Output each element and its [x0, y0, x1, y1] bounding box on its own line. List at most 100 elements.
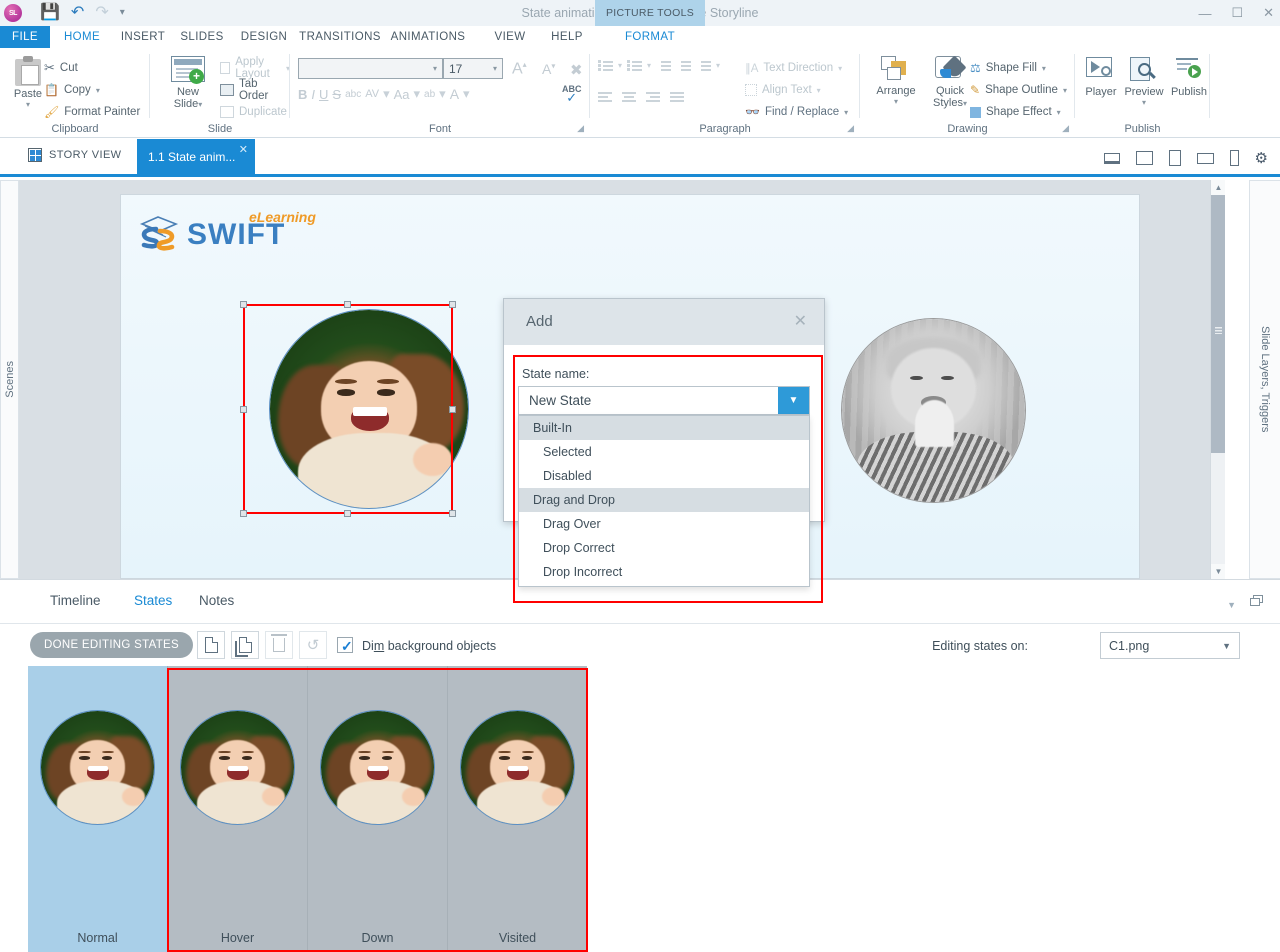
resize-handle-nw[interactable]	[240, 301, 247, 308]
decrease-indent-icon[interactable]	[656, 59, 671, 71]
arrange-button[interactable]: Arrange ▾	[868, 56, 924, 106]
publish-button[interactable]: Publish	[1167, 56, 1211, 98]
laptop-icon[interactable]	[1104, 153, 1120, 164]
bold-button[interactable]: B	[298, 87, 307, 102]
numbering-icon[interactable]	[627, 59, 642, 71]
font-color-caret-icon[interactable]: ▾	[463, 86, 470, 102]
editing-states-on-combo[interactable]: C1.png ▼	[1100, 632, 1240, 659]
scroll-down-icon[interactable]: ▼	[1211, 564, 1225, 579]
shape-effect-caret-icon[interactable]: ▾	[1057, 108, 1061, 117]
tablet-portrait-icon[interactable]	[1169, 150, 1181, 166]
drawing-dialog-launcher-icon[interactable]: ◢	[1062, 123, 1069, 134]
font-dialog-launcher-icon[interactable]: ◢	[577, 123, 584, 134]
find-replace-button[interactable]: 👓 Find / Replace ▾	[745, 102, 848, 122]
tab-view[interactable]: VIEW	[486, 26, 534, 48]
line-spacing-caret-icon[interactable]: ▾	[716, 61, 720, 70]
line-spacing-icon[interactable]	[696, 59, 711, 71]
increase-indent-icon[interactable]	[676, 59, 691, 71]
preview-button[interactable]: Preview ▾	[1121, 56, 1167, 107]
paragraph-dialog-launcher-icon[interactable]: ◢	[847, 123, 854, 134]
tab-animations[interactable]: ANIMATIONS	[384, 26, 472, 48]
panel-restore-icon[interactable]	[1250, 595, 1263, 607]
tab-file[interactable]: FILE	[0, 26, 50, 48]
text-direction-caret-icon[interactable]: ▾	[838, 64, 842, 73]
tab-order-button[interactable]: Tab Order	[220, 80, 290, 100]
tablet-landscape-icon[interactable]	[1197, 153, 1214, 164]
shape-outline-button[interactable]: ✎ Shape Outline ▾	[970, 80, 1067, 100]
resize-handle-sw[interactable]	[240, 510, 247, 517]
change-case-caret-icon[interactable]: ▾	[414, 86, 421, 102]
desktop-icon[interactable]	[1136, 151, 1153, 165]
save-icon[interactable]: 💾	[40, 5, 60, 21]
reset-state-button[interactable]: ↺	[299, 631, 327, 659]
font-name-combo[interactable]: ▾	[298, 58, 443, 79]
character-spacing-caret-icon[interactable]: ▾	[383, 86, 390, 102]
font-color-button[interactable]: A	[450, 86, 459, 102]
clear-formatting-icon[interactable]: ✖	[570, 61, 583, 79]
tab-notes[interactable]: Notes	[199, 593, 234, 608]
font-size-caret-icon[interactable]: ▾	[493, 64, 497, 73]
duplicate-state-button[interactable]	[231, 631, 259, 659]
find-replace-caret-icon[interactable]: ▾	[844, 108, 848, 117]
resize-handle-ne[interactable]	[449, 301, 456, 308]
justify-icon[interactable]	[670, 90, 685, 102]
align-left-icon[interactable]	[598, 90, 613, 102]
player-button[interactable]: Player	[1081, 56, 1121, 98]
story-view-button[interactable]: STORY VIEW	[28, 148, 121, 162]
delete-state-button[interactable]	[265, 631, 293, 659]
tab-timeline[interactable]: Timeline	[50, 593, 101, 608]
shape-fill-button[interactable]: ⚖ Shape Fill ▾	[970, 58, 1046, 78]
close-icon[interactable]: ✕	[1263, 5, 1274, 21]
resize-handle-w[interactable]	[240, 406, 247, 413]
undo-icon[interactable]: ↶	[71, 5, 84, 21]
resize-handle-e[interactable]	[449, 406, 456, 413]
underline-button[interactable]: U	[319, 87, 328, 102]
grow-font-button[interactable]: A▴	[512, 60, 527, 78]
change-case-button[interactable]: Aa	[394, 87, 410, 102]
tab-design[interactable]: DESIGN	[232, 26, 296, 48]
resize-handle-s[interactable]	[344, 510, 351, 517]
shape-effect-button[interactable]: Shape Effect ▾	[970, 102, 1061, 122]
dim-background-checkbox[interactable]: ✓	[337, 637, 353, 653]
done-editing-states-button[interactable]: DONE EDITING STATES	[30, 632, 193, 658]
numbering-caret-icon[interactable]: ▾	[647, 61, 651, 70]
format-painter-button[interactable]: 🖌 Format Painter	[44, 102, 140, 122]
shape-fill-caret-icon[interactable]: ▾	[1042, 64, 1046, 73]
tab-slides[interactable]: SLIDES	[172, 26, 232, 48]
text-highlight-button[interactable]: ab	[424, 89, 435, 100]
customize-qat-icon[interactable]: ▾	[120, 8, 125, 18]
scroll-up-icon[interactable]: ▲	[1211, 180, 1225, 195]
canvas-vertical-scrollbar[interactable]: ▲ ▼	[1210, 180, 1225, 579]
redo-icon[interactable]: ↷	[95, 5, 108, 21]
resize-handle-n[interactable]	[344, 301, 351, 308]
state-thumb-normal[interactable]: Normal	[28, 666, 167, 952]
align-center-icon[interactable]	[622, 90, 637, 102]
gear-icon[interactable]: ⚙	[1255, 149, 1268, 167]
copy-button[interactable]: 📋 Copy ▾	[44, 80, 100, 100]
maximize-icon[interactable]: ☐	[1231, 5, 1243, 21]
arrange-caret-icon[interactable]: ▾	[868, 97, 924, 106]
slide-tab-1-1[interactable]: 1.1 State anim... ✕	[137, 139, 255, 174]
new-state-button[interactable]	[197, 631, 225, 659]
align-text-button[interactable]: Align Text ▾	[745, 80, 821, 100]
bullets-caret-icon[interactable]: ▾	[618, 61, 622, 70]
slide-layers-triggers-panel-tab[interactable]: Slide Layers, Triggers	[1249, 180, 1280, 579]
minimize-icon[interactable]: —	[1198, 6, 1211, 21]
align-text-caret-icon[interactable]: ▾	[817, 86, 821, 95]
text-direction-button[interactable]: ∥A Text Direction ▾	[745, 58, 842, 78]
italic-button[interactable]: I	[311, 87, 315, 102]
tab-format[interactable]: FORMAT	[595, 26, 705, 48]
boy-photo[interactable]	[841, 318, 1026, 503]
copy-caret-icon[interactable]: ▾	[96, 86, 100, 95]
spelling-button[interactable]: ABC ✓	[562, 84, 582, 102]
strikethrough-button[interactable]: S	[332, 87, 341, 102]
tab-transitions[interactable]: TRANSITIONS	[296, 26, 384, 48]
shrink-font-button[interactable]: A▾	[542, 61, 555, 77]
scrollbar-thumb[interactable]	[1211, 195, 1225, 453]
close-tab-icon[interactable]: ✕	[239, 143, 248, 156]
resize-handle-se[interactable]	[449, 510, 456, 517]
character-spacing-button[interactable]: AV	[365, 88, 379, 100]
phone-icon[interactable]	[1230, 150, 1239, 166]
tab-home[interactable]: HOME	[50, 26, 114, 48]
font-name-caret-icon[interactable]: ▾	[433, 64, 437, 73]
